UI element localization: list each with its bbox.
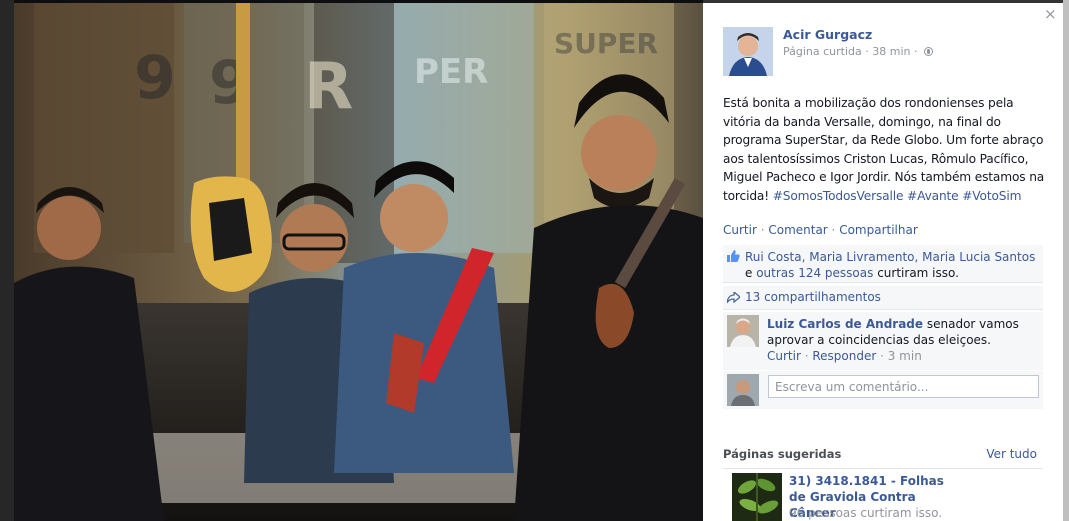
like-button[interactable]: Curtir: [723, 223, 757, 237]
post-meta: Página curtida · 38 min ·: [783, 45, 933, 58]
close-icon[interactable]: ×: [1044, 7, 1057, 22]
commenter-avatar[interactable]: [727, 315, 759, 347]
see-all-link[interactable]: Ver tudo: [986, 447, 1037, 461]
comment-reply-button[interactable]: Responder: [812, 349, 876, 363]
post-body: Está bonita a mobilização dos rondoniens…: [723, 96, 1045, 203]
svg-text:9: 9: [134, 43, 176, 113]
band-photo-image: 9 9 R PER SUPER: [14, 3, 703, 521]
post-meta-text: Página curtida · 38 min ·: [783, 45, 918, 58]
comment-button[interactable]: Comentar: [768, 223, 827, 237]
post-actions: Curtir · Comentar · Compartilhar: [723, 223, 918, 237]
likers-names-link[interactable]: Rui Costa, Maria Livramento, Maria Lucia…: [745, 250, 1035, 264]
comment-input[interactable]: [768, 375, 1039, 398]
comment-time: 3 min: [887, 349, 922, 363]
write-comment-row: [723, 371, 1043, 409]
leaf-thumbnail-image: [732, 473, 782, 521]
svg-text:PER: PER: [414, 52, 488, 92]
post-side-panel: × Acir Gurgacz Página curtida · 38 min ·…: [703, 3, 1063, 521]
hashtag-link[interactable]: #VotoSim: [962, 189, 1021, 203]
hashtag-link[interactable]: #SomosTodosVersalle: [773, 189, 904, 203]
likes-summary: Rui Costa, Maria Livramento, Maria Lucia…: [723, 245, 1043, 283]
commenter-avatar-image: [727, 315, 759, 347]
likes-and: e: [745, 266, 757, 280]
svg-text:R: R: [304, 50, 353, 124]
suggested-pages-title: Páginas sugeridas: [723, 447, 842, 461]
author-name-link[interactable]: Acir Gurgacz: [783, 27, 872, 42]
author-avatar[interactable]: [723, 27, 773, 76]
comment-author-link[interactable]: Luiz Carlos de Andrade: [767, 317, 923, 331]
window-right-edge: [1063, 0, 1069, 521]
separator: ·: [827, 223, 840, 237]
share-button[interactable]: Compartilhar: [839, 223, 918, 237]
other-likers-link[interactable]: outras 124 pessoas: [756, 266, 873, 280]
background-dimmer: [0, 0, 14, 521]
separator: ·: [800, 349, 813, 363]
likes-suffix: curtiram isso.: [873, 266, 959, 280]
comment-like-button[interactable]: Curtir: [767, 349, 801, 363]
hashtag-link[interactable]: #Avante: [907, 189, 959, 203]
likes-text: Rui Costa, Maria Livramento, Maria Lucia…: [745, 249, 1041, 281]
photo-viewer[interactable]: 9 9 R PER SUPER: [0, 0, 703, 521]
comment-item: Luiz Carlos de Andrade senador vamos apr…: [723, 312, 1043, 370]
globe-icon: [923, 47, 933, 56]
author-avatar-image: [723, 27, 773, 76]
current-user-avatar: [727, 374, 759, 406]
share-arrow-icon: [727, 292, 740, 303]
shares-count-link[interactable]: 13 compartilhamentos: [745, 290, 881, 304]
band-photo[interactable]: 9 9 R PER SUPER: [14, 3, 703, 521]
suggested-pages-header: Páginas sugeridas Ver tudo: [723, 447, 1043, 469]
separator: ·: [876, 349, 888, 363]
post-text: Está bonita a mobilização dos rondoniens…: [723, 94, 1045, 206]
suggested-page-likes: 96 pessoas curtiram isso.: [789, 506, 943, 520]
comment-meta: Curtir · Responder · 3 min: [767, 349, 922, 363]
shares-summary: 13 compartilhamentos: [723, 286, 1043, 310]
separator: ·: [756, 223, 769, 237]
comment-body: Luiz Carlos de Andrade senador vamos apr…: [767, 316, 1037, 348]
thumbs-up-icon: [727, 250, 740, 262]
suggested-page-thumbnail[interactable]: [732, 473, 782, 521]
svg-text:SUPER: SUPER: [554, 27, 658, 60]
current-user-avatar-image: [727, 374, 759, 406]
